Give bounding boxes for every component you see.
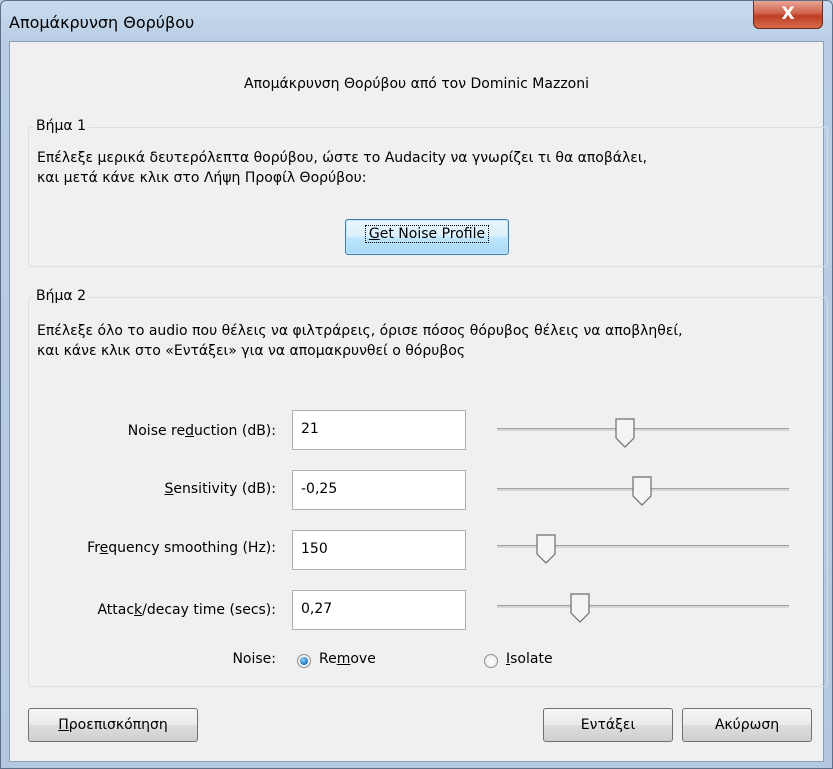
attack-decay-label: Attack/decay time (secs): <box>97 602 276 618</box>
step2-legend: Βήμα 2 <box>33 288 89 304</box>
step1-instructions-line2: και μετά κάνε κλικ στο Λήψη Προφίλ Θορύβ… <box>37 170 367 186</box>
isolate-radio[interactable] <box>484 654 498 668</box>
ok-button[interactable]: Εντάξει <box>543 708 673 742</box>
frequency-smoothing-label: Frequency smoothing (Hz): <box>87 540 276 556</box>
sensitivity-input[interactable]: -0,25 <box>292 470 466 510</box>
step1-instructions-line1: Επέλεξε μερικά δευτερόλεπτα θορύβου, ώστ… <box>37 150 648 166</box>
frequency-smoothing-input[interactable]: 150 <box>292 530 466 570</box>
frequency-smoothing-slider-thumb[interactable] <box>536 534 556 564</box>
remove-radio[interactable] <box>297 654 311 668</box>
preview-button[interactable]: Προεπισκόπηση <box>28 708 198 742</box>
sensitivity-label: Sensitivity (dB): <box>164 481 276 497</box>
get-noise-profile-label: Get Noise Profile <box>364 225 490 243</box>
cancel-button[interactable]: Ακύρωση <box>682 708 812 742</box>
attack-decay-slider-thumb[interactable] <box>570 593 590 623</box>
noise-reduction-slider-thumb[interactable] <box>615 418 635 448</box>
attack-decay-slider-track[interactable] <box>497 605 789 608</box>
attack-decay-input[interactable]: 0,27 <box>292 590 466 630</box>
isolate-radio-label[interactable]: Isolate <box>506 651 553 667</box>
dialog-heading: Απομάκρυνση Θορύβου από τον Dominic Mazz… <box>244 76 589 92</box>
step1-legend: Βήμα 1 <box>33 118 89 134</box>
sensitivity-slider-thumb[interactable] <box>632 476 652 506</box>
step2-instructions-line1: Επέλεξε όλο το audio που θέλεις να φιλτρ… <box>37 323 683 339</box>
window-title: Απομάκρυνση Θορύβου <box>9 13 195 32</box>
title-bar[interactable]: Απομάκρυνση Θορύβου X <box>1 1 832 41</box>
noise-reduction-input[interactable]: 21 <box>292 410 466 450</box>
noise-mode-label: Noise: <box>232 651 276 667</box>
remove-radio-label[interactable]: Remove <box>319 651 376 667</box>
close-button[interactable]: X <box>753 1 823 29</box>
noise-reduction-label: Noise reduction (dB): <box>127 423 276 439</box>
get-noise-profile-button[interactable]: Get Noise Profile <box>345 219 509 255</box>
step2-instructions-line2: και κάνε κλικ στο «Εντάξει» για να απομα… <box>37 343 466 359</box>
noise-reduction-slider-track[interactable] <box>497 428 789 431</box>
